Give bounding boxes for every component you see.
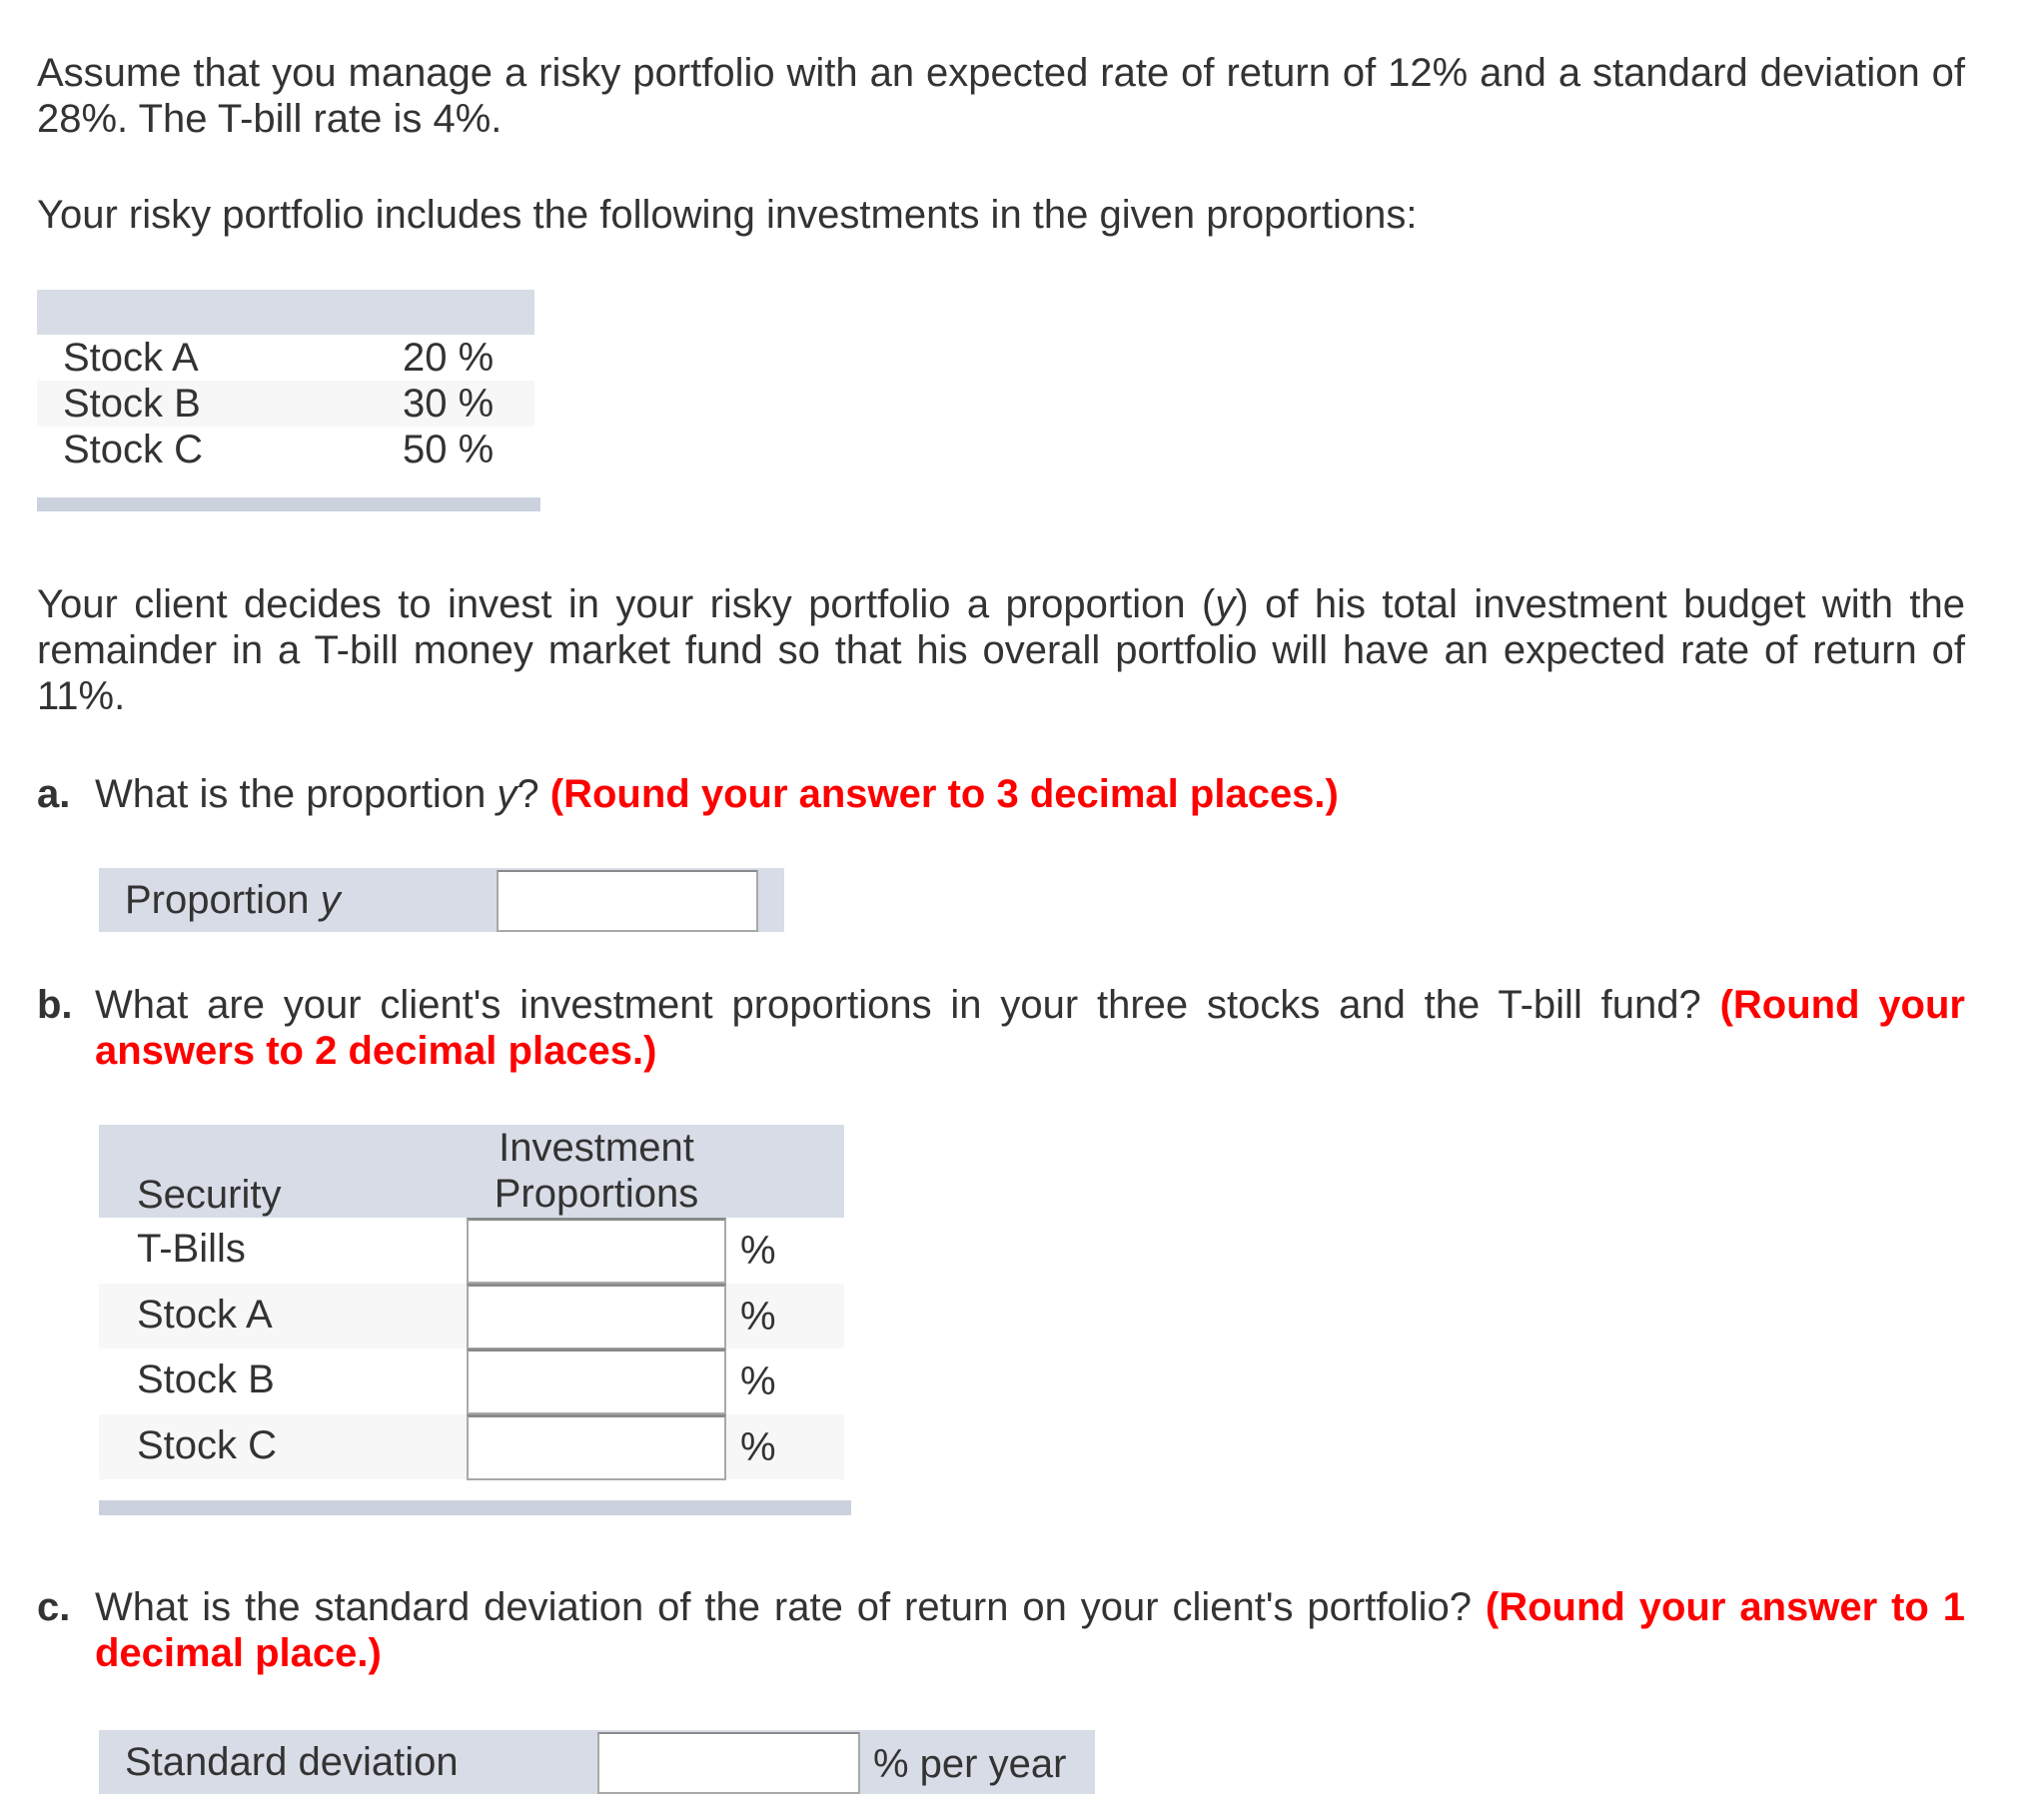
variable-y: y	[320, 878, 341, 922]
question-label: c.	[37, 1585, 71, 1629]
question-label: b.	[37, 983, 73, 1027]
standard-deviation-row: Standard deviation % per year	[99, 1730, 1095, 1794]
table-row: Stock C 50 %	[37, 427, 534, 472]
rounding-instruction: (Round your answer to 3 decimal places.)	[549, 772, 1339, 816]
table-row: Stock A 20 %	[37, 335, 534, 381]
stock-b-proportion-input[interactable]	[467, 1349, 726, 1414]
standard-deviation-input[interactable]	[597, 1732, 860, 1794]
security-weight: 50 %	[403, 428, 495, 471]
proportion-y-row: Proportion y	[99, 868, 784, 932]
header-line: Proportions	[494, 1172, 699, 1216]
security-name: Stock A	[137, 1292, 273, 1337]
proportion-y-input[interactable]	[497, 870, 758, 932]
table-row: T-Bills %	[99, 1218, 844, 1284]
field-label-text: Proportion	[125, 878, 321, 922]
question-prompt: What is the standard deviation of the ra…	[95, 1585, 1486, 1629]
security-weight: 30 %	[403, 382, 495, 426]
portfolio-intro-text: Your risky portfolio includes the follow…	[37, 193, 1418, 237]
question-prompt: ?	[516, 772, 550, 816]
question-label: a.	[37, 772, 71, 816]
security-name: Stock C	[137, 1422, 278, 1467]
percent-unit: %	[740, 1424, 776, 1469]
question-prompt: What is the proportion	[95, 772, 498, 816]
risky-portfolio-table: Stock A 20 % Stock B 30 % Stock C 50 %	[37, 290, 534, 472]
question-prompt: What are your client's investment propor…	[95, 983, 1720, 1027]
tbills-proportion-input[interactable]	[467, 1218, 726, 1284]
table-row: Stock C %	[99, 1413, 844, 1480]
intro-paragraph: Assume that you manage a risky portfolio…	[37, 51, 1965, 141]
question-text: What is the standard deviation of the ra…	[95, 1584, 1965, 1676]
security-weight: 20 %	[403, 336, 495, 380]
variable-y: y	[497, 772, 517, 816]
table-header	[37, 290, 534, 335]
column-header-proportions: Investment Proportions	[467, 1125, 726, 1217]
table-header: Security Investment Proportions	[99, 1125, 844, 1218]
question-text: What are your client's investment propor…	[95, 982, 1965, 1074]
table-footer-bar	[99, 1500, 851, 1515]
security-name: Stock B	[137, 1358, 275, 1401]
question-text: What is the proportion y? (Round your an…	[95, 771, 1965, 817]
investment-proportions-table: Security Investment Proportions T-Bills …	[99, 1125, 844, 1480]
table-footer-bar	[37, 497, 540, 511]
percent-unit: %	[740, 1229, 776, 1273]
stock-c-proportion-input[interactable]	[467, 1413, 726, 1480]
standard-deviation-label: Standard deviation	[125, 1740, 459, 1784]
proportion-y-label: Proportion y	[125, 868, 341, 932]
column-header-security: Security	[137, 1173, 282, 1217]
header-line: Investment	[499, 1126, 694, 1170]
security-name: Stock C	[63, 428, 204, 471]
table-row: Stock A %	[99, 1283, 844, 1350]
client-scenario-paragraph: Your client decides to invest in your ri…	[37, 581, 1965, 719]
stock-a-proportion-input[interactable]	[467, 1283, 726, 1350]
security-name: Stock B	[63, 382, 201, 426]
percent-per-year-unit: % per year	[873, 1742, 1067, 1786]
scenario-text: Your client decides to invest in your ri…	[37, 582, 1216, 626]
percent-unit: %	[740, 1294, 776, 1339]
variable-y: y	[1215, 582, 1236, 626]
table-row: Stock B 30 %	[37, 381, 534, 427]
percent-unit: %	[740, 1360, 776, 1403]
security-name: T-Bills	[137, 1227, 246, 1271]
security-name: Stock A	[63, 336, 199, 380]
table-row: Stock B %	[99, 1349, 844, 1414]
